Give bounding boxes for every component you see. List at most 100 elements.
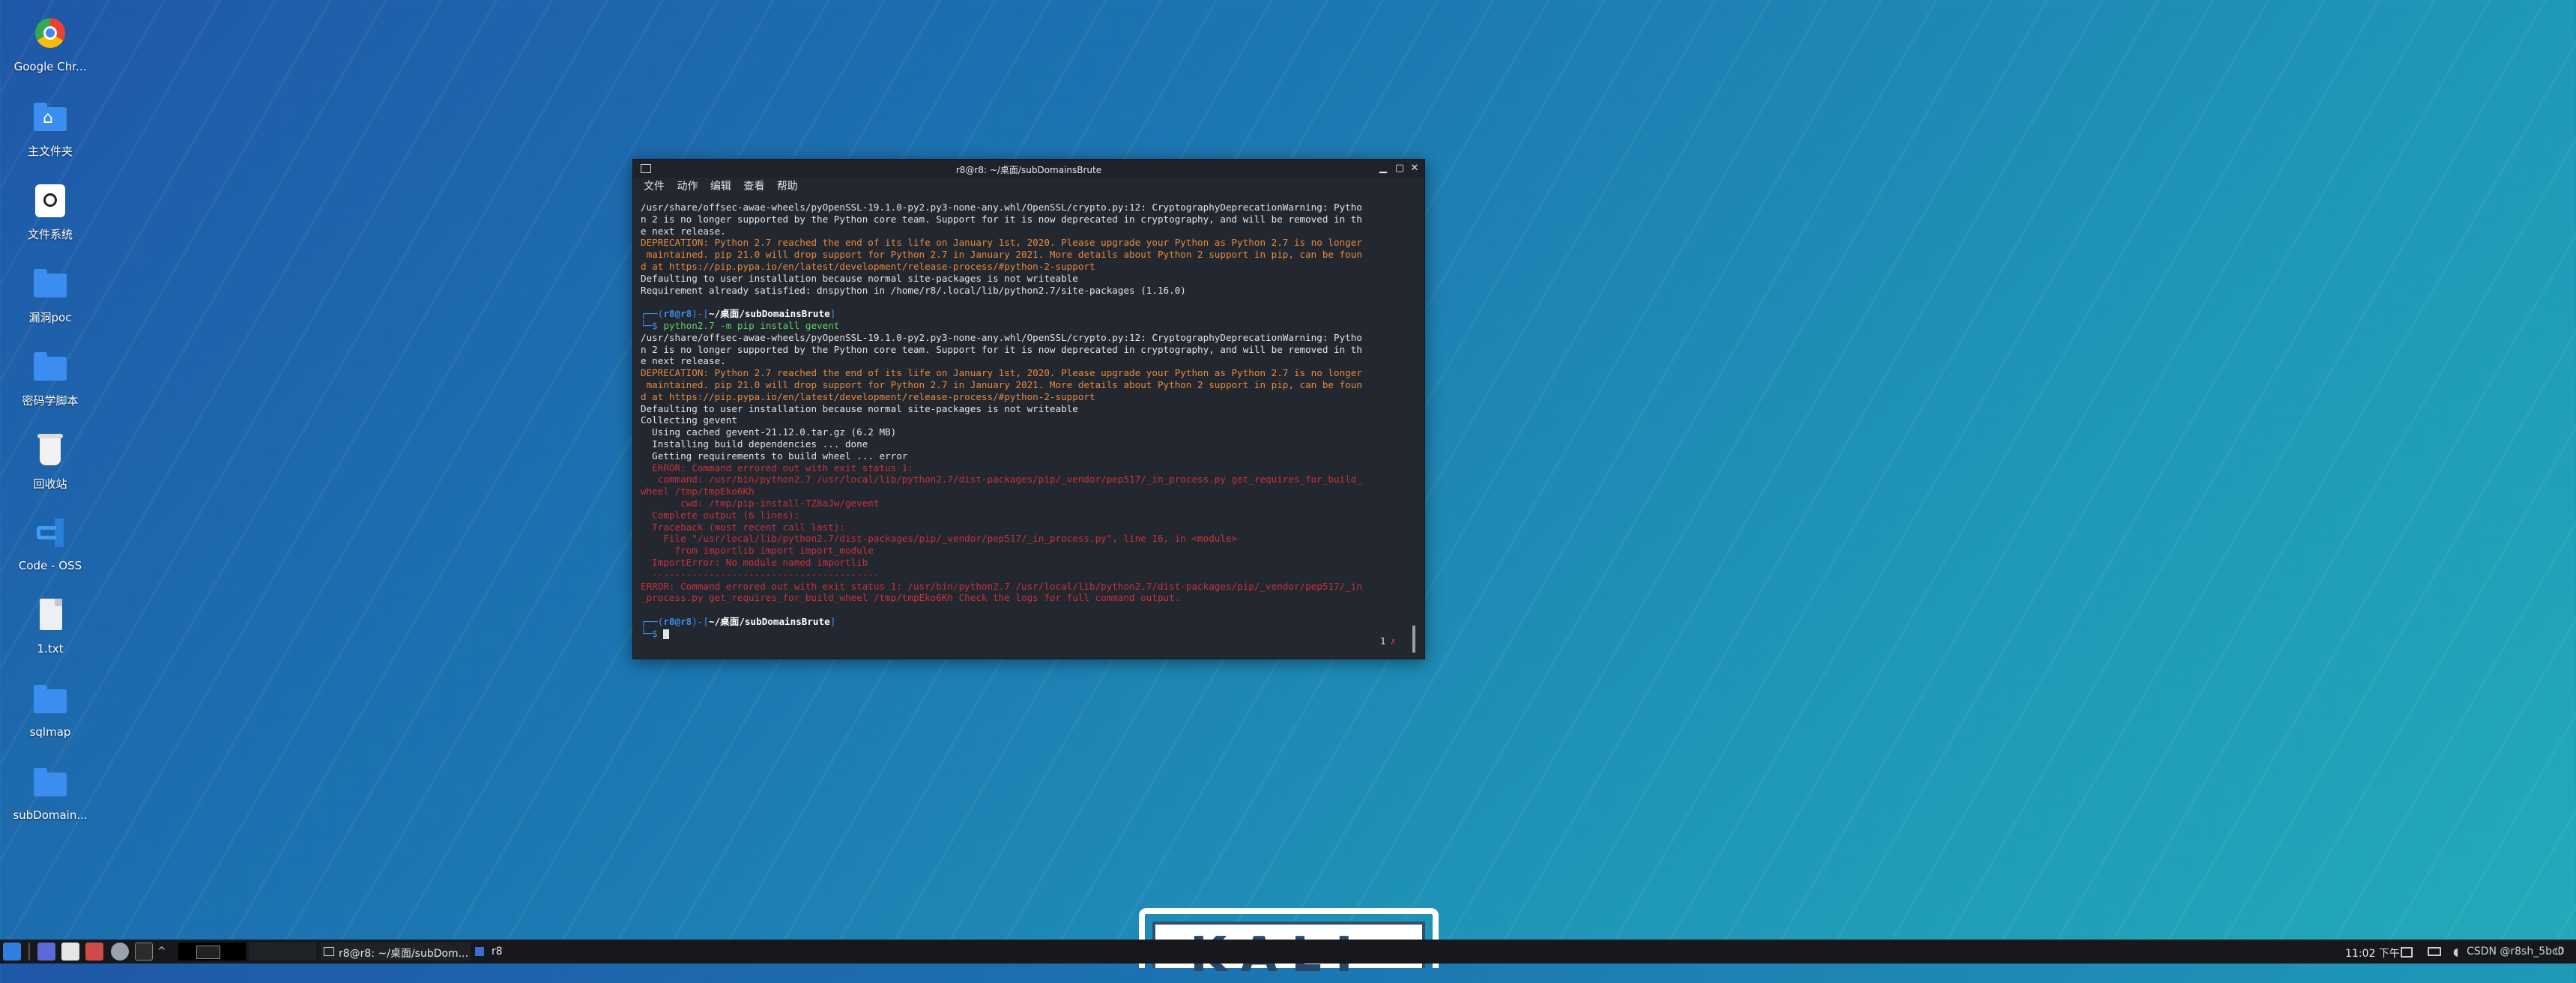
desktop-icon-filesystem[interactable]: 文件系统 [6, 181, 94, 256]
terminal-line: _process.py get_requires_for_build_wheel… [641, 592, 1181, 604]
menu-action[interactable]: 动作 [677, 178, 698, 196]
prompt-path: ~/桌面/subDomainsBrute [709, 308, 830, 320]
prompt-user: r8@r8 [663, 308, 692, 320]
desktop-icon-chrome[interactable]: Google Chr... [6, 15, 94, 90]
maximize-button[interactable]: ▢ [1393, 162, 1406, 175]
chevron-up-icon[interactable]: ^ [157, 946, 169, 964]
terminal-line: wheel /tmp/tmpEko6Kh [641, 486, 755, 497]
desktop-icon-poc-folder[interactable]: 漏洞poc [6, 264, 94, 339]
terminal-output[interactable]: /usr/share/offsec-awae-wheels/pyOpenSSL-… [641, 202, 1414, 651]
folder-icon [34, 685, 67, 713]
desktop-icon-trash[interactable]: 回收站 [6, 431, 94, 506]
trash-icon [37, 434, 63, 465]
terminal-line: Installing build dependencies ... done [641, 438, 868, 450]
terminal-line: Traceback (most recent call last): [641, 521, 845, 533]
chrome-icon [35, 18, 65, 48]
terminal-line: Collecting gevent [641, 414, 737, 426]
error-mark-icon: ✗ [1390, 635, 1396, 647]
desktop-icon-label: subDomain... [13, 808, 88, 822]
text-editor-icon[interactable] [85, 943, 103, 961]
terminal-line: ┌──(r8@r8)-[~/桌面/subDomainsBrute] [641, 308, 836, 320]
command-text: python2.7 -m pip install gevent [663, 319, 840, 331]
terminal-line: /usr/share/offsec-awae-wheels/pyOpenSSL-… [641, 202, 1362, 213]
menu-view[interactable]: 查看 [743, 178, 764, 196]
terminal-titlebar[interactable]: r8@r8: ~/桌面/subDomainsBrute ▁ ▢ ✕ [633, 160, 1424, 178]
taskbar-window-label: r8 [492, 946, 503, 958]
terminal-line: maintained. pip 21.0 will drop support f… [641, 378, 1362, 390]
terminal-line: └─$ python2.7 -m pip install gevent [641, 319, 840, 331]
terminal-line: d at https://pip.pypa.io/en/latest/devel… [641, 390, 1095, 402]
desktop-icon-label: 文件系统 [27, 228, 73, 241]
taskbar-separator [28, 943, 30, 961]
desktop-icon-crypto-folder[interactable]: 密码学脚本 [6, 348, 94, 423]
code-oss-icon [37, 518, 64, 547]
desktop-icon-label: 1.txt [37, 642, 64, 656]
workspace-1[interactable] [178, 943, 246, 961]
text-cursor [663, 629, 670, 639]
terminal-line: Defaulting to user installation because … [641, 402, 1078, 414]
display-icon[interactable] [2428, 947, 2441, 956]
terminal-line: ERROR: Command errored out with exit sta… [641, 462, 913, 474]
terminal-line: Requirement already satisfied: dnspython… [641, 284, 1186, 296]
desktop-icon-home[interactable]: 主文件夹 [6, 98, 94, 173]
power-icon[interactable]: ⏻ [2555, 946, 2570, 964]
terminal-line: ImportError: No module named importlib [641, 556, 868, 568]
text-file-icon [40, 599, 62, 630]
prompt-user: r8@r8 [663, 615, 692, 627]
desktop-icon-subdomains[interactable]: subDomain... [6, 763, 94, 838]
file-manager-icon[interactable] [61, 943, 79, 961]
workspace-icon[interactable] [37, 943, 55, 961]
clock[interactable]: 11:02 下午 [2345, 946, 2400, 961]
kali-menu-icon[interactable] [3, 943, 21, 961]
close-button[interactable]: ✕ [1408, 162, 1421, 175]
terminal-line: n 2 is no longer supported by the Python… [641, 343, 1362, 355]
terminal-line: e next release. [641, 225, 726, 237]
taskbar-window-label: r8@r8: ~/桌面/subDom... [339, 948, 469, 960]
terminal-line: /usr/share/offsec-awae-wheels/pyOpenSSL-… [641, 331, 1362, 343]
terminal-line: ERROR: Command errored out with exit sta… [641, 580, 1362, 592]
desktop-icon-code-oss[interactable]: Code - OSS [6, 514, 94, 589]
terminal-menubar: 文件 动作 编辑 查看 帮助 [633, 178, 1424, 196]
taskbar-window-r8[interactable]: r8 [474, 943, 518, 961]
tray-text: CSDN @r8sh_5bc0 [2467, 946, 2565, 958]
desktop-icon-1txt[interactable]: 1.txt [6, 597, 94, 672]
terminal-line: from importlib import import_module [641, 545, 874, 557]
window-title: r8@r8: ~/桌面/subDomainsBrute [955, 165, 1102, 175]
desktop-icon-label: 漏洞poc [28, 311, 72, 324]
terminal-window[interactable]: r8@r8: ~/桌面/subDomainsBrute ▁ ▢ ✕ 文件 动作 … [632, 159, 1425, 659]
terminal-scrollbar[interactable] [1412, 626, 1415, 653]
desktop-icon-label: Google Chr... [13, 60, 87, 73]
terminal-line: DEPRECATION: Python 2.7 reached the end … [641, 367, 1362, 379]
folder-icon [34, 768, 67, 796]
terminal-line: ┌──(r8@r8)-[~/桌面/subDomainsBrute] [641, 615, 836, 627]
notification-icon[interactable] [2401, 947, 2413, 958]
desktop-icon-label: 密码学脚本 [22, 394, 79, 408]
filesystem-icon [35, 184, 65, 217]
menu-edit[interactable]: 编辑 [710, 178, 731, 196]
taskbar-window-terminal[interactable]: r8@r8: ~/桌面/subDom... [321, 943, 471, 961]
exit-status: 1 [1379, 635, 1386, 647]
desktop-icon-label: 主文件夹 [27, 145, 73, 158]
volume-icon[interactable]: ◖ [2453, 946, 2464, 958]
terminal-line: File "/usr/local/lib/python2.7/dist-pack… [641, 533, 1238, 545]
terminal-line: Using cached gevent-21.12.0.tar.gz (6.2 … [641, 426, 897, 438]
workspace-2[interactable] [249, 943, 316, 961]
terminal-line: ---------------------------------------- [641, 568, 880, 580]
terminal-line: d at https://pip.pypa.io/en/latest/devel… [641, 260, 1095, 272]
browser-icon[interactable] [111, 943, 129, 961]
terminal-line: Getting requirements to build wheel ... … [641, 450, 908, 462]
terminal-launcher-icon[interactable] [135, 943, 153, 961]
terminal-line: Defaulting to user installation because … [641, 272, 1078, 284]
minimize-button[interactable]: ▁ [1376, 162, 1390, 175]
folder-icon [34, 352, 67, 381]
desktop-icon-sqlmap[interactable]: sqlmap [6, 680, 94, 755]
terminal-small-icon [324, 947, 334, 956]
menu-help[interactable]: 帮助 [777, 178, 798, 196]
terminal-line: DEPRECATION: Python 2.7 reached the end … [641, 237, 1362, 249]
desktop-icon-label: sqlmap [29, 725, 71, 739]
exit-status-indicator: 1 ✗ [1380, 635, 1396, 647]
menu-file[interactable]: 文件 [644, 178, 665, 196]
terminal-line: maintained. pip 21.0 will drop support f… [641, 249, 1362, 261]
home-folder-icon [34, 103, 67, 131]
